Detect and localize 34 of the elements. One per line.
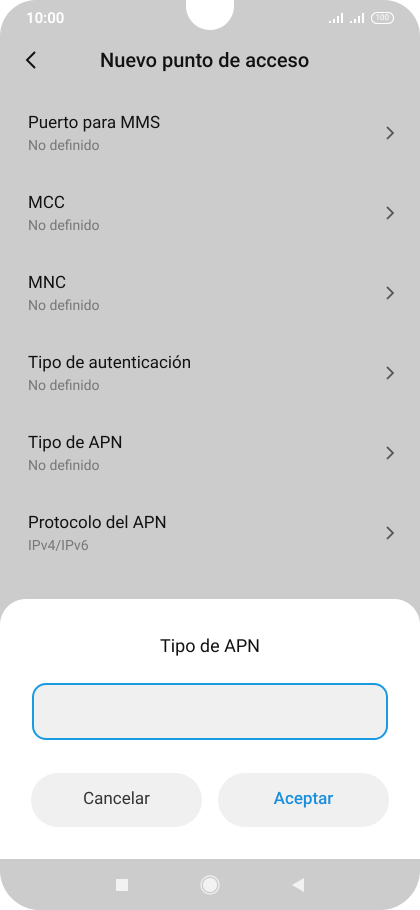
- settings-row[interactable]: Tipo de APN No definido: [0, 413, 420, 493]
- chevron-icon: [386, 126, 394, 140]
- back-icon[interactable]: [24, 50, 38, 70]
- chevron-icon: [386, 526, 394, 540]
- settings-row[interactable]: MCC No definido: [0, 173, 420, 253]
- back-nav-icon[interactable]: [292, 878, 304, 892]
- page-title: Nuevo punto de acceso: [100, 47, 310, 74]
- recents-icon[interactable]: [116, 878, 128, 890]
- chevron-icon: [386, 286, 394, 300]
- chevron-icon: [386, 366, 394, 380]
- input-field[interactable]: [32, 683, 388, 740]
- settings-row[interactable]: Tipo de autenticación No definido: [0, 333, 420, 413]
- setting-title: Tipo de autenticación: [28, 352, 192, 374]
- setting-value: IPv4/IPv6: [28, 536, 90, 554]
- setting-value: No definido: [28, 376, 101, 394]
- setting-value: No definido: [28, 296, 100, 314]
- setting-title: Tipo de APN: [28, 432, 122, 454]
- chevron-icon: [386, 206, 394, 220]
- signal-icon: [328, 13, 344, 23]
- setting-title: Protocolo del APN: [28, 512, 167, 534]
- settings-row[interactable]: Protocolo del APN IPv4/IPv6: [0, 493, 420, 573]
- setting-value: No definido: [28, 456, 101, 474]
- setting-title: MCC: [28, 192, 66, 214]
- chevron-icon: [386, 446, 394, 460]
- setting-title: MNC: [28, 272, 68, 294]
- home-icon[interactable]: [200, 874, 220, 894]
- setting-title: Puerto para MMS: [28, 112, 160, 134]
- setting-value: No definido: [28, 136, 101, 154]
- cancel-button[interactable]: Cancelar: [31, 773, 202, 827]
- signal-icon: [350, 13, 366, 23]
- dialog-title: Tipo de APN: [160, 635, 260, 659]
- settings-row[interactable]: MNC No definido: [0, 253, 420, 333]
- settings-row[interactable]: Puerto para MMS No definido: [0, 93, 420, 173]
- setting-value: No definido: [28, 216, 100, 234]
